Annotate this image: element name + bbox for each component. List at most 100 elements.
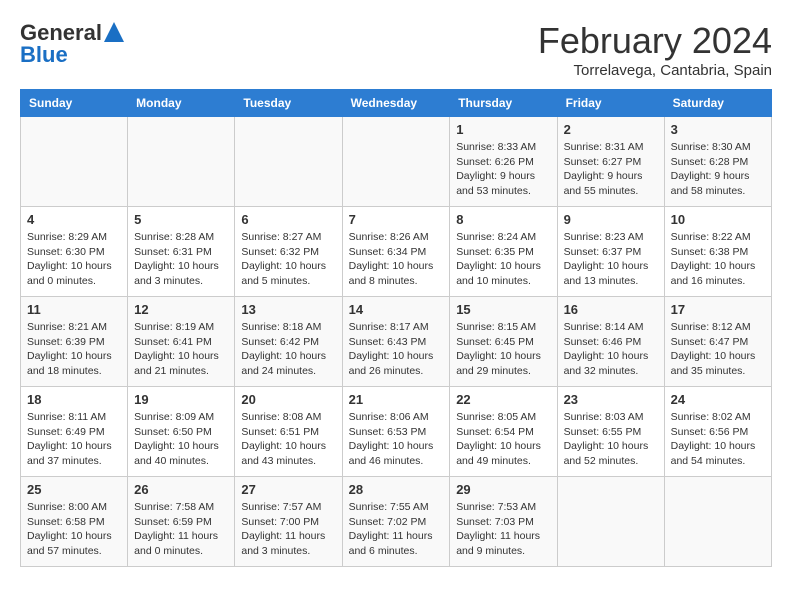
day-info: Sunrise: 8:00 AM Sunset: 6:58 PM Dayligh… — [27, 500, 121, 559]
day-number: 6 — [241, 212, 335, 227]
calendar-cell — [21, 117, 128, 207]
day-info: Sunrise: 8:05 AM Sunset: 6:54 PM Dayligh… — [456, 410, 550, 469]
calendar-week-row: 18 Sunrise: 8:11 AM Sunset: 6:49 PM Dayli… — [21, 387, 772, 477]
day-info: Sunrise: 8:30 AM Sunset: 6:28 PM Dayligh… — [671, 140, 765, 199]
day-info: Sunrise: 8:26 AM Sunset: 6:34 PM Dayligh… — [349, 230, 444, 289]
weekday-header-thursday: Thursday — [450, 90, 557, 117]
calendar-cell: 27 Sunrise: 7:57 AM Sunset: 7:00 PM Dayli… — [235, 477, 342, 567]
calendar-week-row: 11 Sunrise: 8:21 AM Sunset: 6:39 PM Dayli… — [21, 297, 772, 387]
logo-blue-text: Blue — [20, 42, 68, 68]
day-number: 25 — [27, 482, 121, 497]
page-header: General Blue February 2024 Torrelavega, … — [20, 20, 772, 79]
calendar-cell: 1 Sunrise: 8:33 AM Sunset: 6:26 PM Daylig… — [450, 117, 557, 207]
day-number: 14 — [349, 302, 444, 317]
day-info: Sunrise: 8:22 AM Sunset: 6:38 PM Dayligh… — [671, 230, 765, 289]
day-number: 27 — [241, 482, 335, 497]
logo-triangle-icon — [104, 22, 124, 42]
day-info: Sunrise: 8:28 AM Sunset: 6:31 PM Dayligh… — [134, 230, 228, 289]
day-number: 11 — [27, 302, 121, 317]
calendar-cell: 23 Sunrise: 8:03 AM Sunset: 6:55 PM Dayli… — [557, 387, 664, 477]
day-number: 9 — [564, 212, 658, 227]
calendar-cell: 3 Sunrise: 8:30 AM Sunset: 6:28 PM Daylig… — [664, 117, 771, 207]
day-number: 5 — [134, 212, 228, 227]
calendar-cell — [235, 117, 342, 207]
day-number: 23 — [564, 392, 658, 407]
day-number: 8 — [456, 212, 550, 227]
day-number: 12 — [134, 302, 228, 317]
calendar-cell: 18 Sunrise: 8:11 AM Sunset: 6:49 PM Dayli… — [21, 387, 128, 477]
day-number: 1 — [456, 122, 550, 137]
calendar-cell: 14 Sunrise: 8:17 AM Sunset: 6:43 PM Dayli… — [342, 297, 450, 387]
day-info: Sunrise: 8:29 AM Sunset: 6:30 PM Dayligh… — [27, 230, 121, 289]
calendar-cell: 6 Sunrise: 8:27 AM Sunset: 6:32 PM Daylig… — [235, 207, 342, 297]
day-info: Sunrise: 7:58 AM Sunset: 6:59 PM Dayligh… — [134, 500, 228, 559]
day-number: 7 — [349, 212, 444, 227]
day-number: 18 — [27, 392, 121, 407]
calendar-cell: 8 Sunrise: 8:24 AM Sunset: 6:35 PM Daylig… — [450, 207, 557, 297]
day-number: 19 — [134, 392, 228, 407]
day-info: Sunrise: 8:06 AM Sunset: 6:53 PM Dayligh… — [349, 410, 444, 469]
location-subtitle: Torrelavega, Cantabria, Spain — [538, 62, 772, 79]
logo: General Blue — [20, 20, 124, 68]
calendar-cell: 21Sunrise: 8:06 AM Sunset: 6:53 PM Dayli… — [342, 387, 450, 477]
day-info: Sunrise: 8:24 AM Sunset: 6:35 PM Dayligh… — [456, 230, 550, 289]
day-number: 22 — [456, 392, 550, 407]
calendar-cell: 25 Sunrise: 8:00 AM Sunset: 6:58 PM Dayli… — [21, 477, 128, 567]
day-number: 29 — [456, 482, 550, 497]
calendar-cell: 10 Sunrise: 8:22 AM Sunset: 6:38 PM Dayli… — [664, 207, 771, 297]
day-number: 20 — [241, 392, 335, 407]
calendar-cell: 26 Sunrise: 7:58 AM Sunset: 6:59 PM Dayli… — [128, 477, 235, 567]
day-info: Sunrise: 7:53 AM Sunset: 7:03 PM Dayligh… — [456, 500, 550, 559]
day-number: 4 — [27, 212, 121, 227]
calendar-cell: 20 Sunrise: 8:08 AM Sunset: 6:51 PM Dayli… — [235, 387, 342, 477]
day-info: Sunrise: 8:27 AM Sunset: 6:32 PM Dayligh… — [241, 230, 335, 289]
day-info: Sunrise: 8:31 AM Sunset: 6:27 PM Dayligh… — [564, 140, 658, 199]
day-info: Sunrise: 8:33 AM Sunset: 6:26 PM Dayligh… — [456, 140, 550, 199]
day-info: Sunrise: 7:55 AM Sunset: 7:02 PM Dayligh… — [349, 500, 444, 559]
day-info: Sunrise: 8:18 AM Sunset: 6:42 PM Dayligh… — [241, 320, 335, 379]
day-number: 13 — [241, 302, 335, 317]
weekday-header-monday: Monday — [128, 90, 235, 117]
calendar-week-row: 4 Sunrise: 8:29 AM Sunset: 6:30 PM Daylig… — [21, 207, 772, 297]
day-number: 17 — [671, 302, 765, 317]
day-info: Sunrise: 8:15 AM Sunset: 6:45 PM Dayligh… — [456, 320, 550, 379]
calendar-table: SundayMondayTuesdayWednesdayThursdayFrid… — [20, 89, 772, 567]
weekday-header-sunday: Sunday — [21, 90, 128, 117]
calendar-cell: 28 Sunrise: 7:55 AM Sunset: 7:02 PM Dayli… — [342, 477, 450, 567]
weekday-header-tuesday: Tuesday — [235, 90, 342, 117]
day-info: Sunrise: 8:19 AM Sunset: 6:41 PM Dayligh… — [134, 320, 228, 379]
calendar-cell: 16Sunrise: 8:14 AM Sunset: 6:46 PM Dayli… — [557, 297, 664, 387]
weekday-header-friday: Friday — [557, 90, 664, 117]
day-number: 24 — [671, 392, 765, 407]
calendar-week-row: 25 Sunrise: 8:00 AM Sunset: 6:58 PM Dayli… — [21, 477, 772, 567]
day-number: 10 — [671, 212, 765, 227]
calendar-cell: 12 Sunrise: 8:19 AM Sunset: 6:41 PM Dayli… — [128, 297, 235, 387]
calendar-cell: 13 Sunrise: 8:18 AM Sunset: 6:42 PM Dayli… — [235, 297, 342, 387]
day-info: Sunrise: 8:09 AM Sunset: 6:50 PM Dayligh… — [134, 410, 228, 469]
title-block: February 2024 Torrelavega, Cantabria, Sp… — [538, 20, 772, 79]
weekday-header-wednesday: Wednesday — [342, 90, 450, 117]
calendar-cell: 5 Sunrise: 8:28 AM Sunset: 6:31 PM Daylig… — [128, 207, 235, 297]
day-number: 3 — [671, 122, 765, 137]
calendar-cell: 9Sunrise: 8:23 AM Sunset: 6:37 PM Daylig… — [557, 207, 664, 297]
calendar-cell: 2Sunrise: 8:31 AM Sunset: 6:27 PM Daylig… — [557, 117, 664, 207]
calendar-cell: 11 Sunrise: 8:21 AM Sunset: 6:39 PM Dayli… — [21, 297, 128, 387]
calendar-cell: 22 Sunrise: 8:05 AM Sunset: 6:54 PM Dayli… — [450, 387, 557, 477]
day-info: Sunrise: 8:11 AM Sunset: 6:49 PM Dayligh… — [27, 410, 121, 469]
day-info: Sunrise: 8:03 AM Sunset: 6:55 PM Dayligh… — [564, 410, 658, 469]
day-info: Sunrise: 8:21 AM Sunset: 6:39 PM Dayligh… — [27, 320, 121, 379]
month-title: February 2024 — [538, 20, 772, 62]
day-info: Sunrise: 8:17 AM Sunset: 6:43 PM Dayligh… — [349, 320, 444, 379]
calendar-cell: 7 Sunrise: 8:26 AM Sunset: 6:34 PM Daylig… — [342, 207, 450, 297]
calendar-cell — [664, 477, 771, 567]
day-info: Sunrise: 7:57 AM Sunset: 7:00 PM Dayligh… — [241, 500, 335, 559]
calendar-cell: 19 Sunrise: 8:09 AM Sunset: 6:50 PM Dayli… — [128, 387, 235, 477]
day-info: Sunrise: 8:08 AM Sunset: 6:51 PM Dayligh… — [241, 410, 335, 469]
calendar-cell: 29 Sunrise: 7:53 AM Sunset: 7:03 PM Dayli… — [450, 477, 557, 567]
calendar-cell — [128, 117, 235, 207]
calendar-cell: 24Sunrise: 8:02 AM Sunset: 6:56 PM Dayli… — [664, 387, 771, 477]
day-number: 26 — [134, 482, 228, 497]
day-info: Sunrise: 8:12 AM Sunset: 6:47 PM Dayligh… — [671, 320, 765, 379]
weekday-header-saturday: Saturday — [664, 90, 771, 117]
day-number: 28 — [349, 482, 444, 497]
